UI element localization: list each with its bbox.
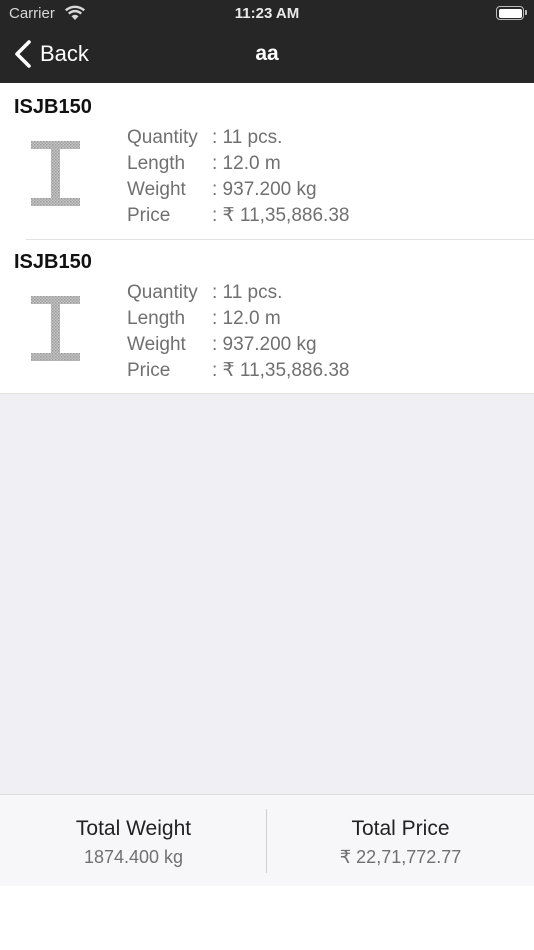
item-title: ISJB150 bbox=[14, 251, 92, 273]
total-weight-value: 1874.400 kg bbox=[83, 847, 184, 867]
item-specs: Quantity : 11 pcs. Length : 12.0 m Weight:… bbox=[127, 125, 349, 229]
spec-value: : 12.0 m bbox=[212, 153, 281, 174]
spec-value: : 11 pcs. bbox=[212, 127, 283, 148]
empty-area bbox=[0, 394, 534, 794]
i-beam-icon bbox=[31, 141, 80, 206]
list-item[interactable]: ISJB150 Quantity : 11 pcs. Length : 12.0 m… bbox=[0, 85, 534, 240]
spec-label: Quantity bbox=[127, 282, 198, 303]
item-title: ISJB150 bbox=[14, 96, 92, 118]
page-title: aa bbox=[255, 42, 279, 65]
i-beam-icon bbox=[31, 296, 80, 361]
list-item[interactable]: ISJB150 Quantity : 11 pcs. Length : 12.0 m… bbox=[0, 240, 534, 395]
status-bar: Carrier 11:23 AM bbox=[0, 0, 534, 28]
total-price-value: ₹ 22,71,772.77 bbox=[339, 847, 462, 867]
spec-label: Price bbox=[127, 360, 171, 381]
spec-value: : 937.200 kg bbox=[212, 179, 317, 200]
spec-label: Price bbox=[127, 205, 171, 226]
total-price-label: Total Price bbox=[351, 817, 450, 840]
battery-icon bbox=[496, 6, 527, 20]
spec-label: Length bbox=[127, 308, 186, 329]
spec-label: Weight bbox=[127, 179, 186, 200]
totals-bar: Total Weight 1874.400 kg Total Price ₹ 2… bbox=[0, 794, 534, 886]
spec-value: : 937.200 kg bbox=[212, 334, 317, 355]
spec-label: Length bbox=[127, 153, 186, 174]
status-time: 11:23 AM bbox=[234, 5, 300, 22]
total-price: Total Price ₹ 22,71,772.77 bbox=[267, 795, 534, 887]
spec-value: : 11 pcs. bbox=[212, 282, 283, 303]
spec-value: : 12.0 m bbox=[212, 308, 281, 329]
spec-label: Weight bbox=[127, 334, 186, 355]
item-specs: Quantity : 11 pcs. Length : 12.0 m Weight:… bbox=[127, 280, 349, 384]
navigation-bar: Carrier 11:23 AM Back aa bbox=[0, 0, 534, 83]
beam-list: ISJB150 Quantity : 11 pcs. Length : 12.0 m… bbox=[0, 85, 534, 395]
spec-value: : ₹ 11,35,886.38 bbox=[212, 360, 350, 381]
spec-value: : ₹ 11,35,886.38 bbox=[212, 205, 350, 226]
total-weight: Total Weight 1874.400 kg bbox=[0, 795, 267, 887]
total-weight-label: Total Weight bbox=[75, 817, 192, 840]
bottom-area bbox=[0, 886, 534, 950]
spec-label: Quantity bbox=[127, 127, 198, 148]
